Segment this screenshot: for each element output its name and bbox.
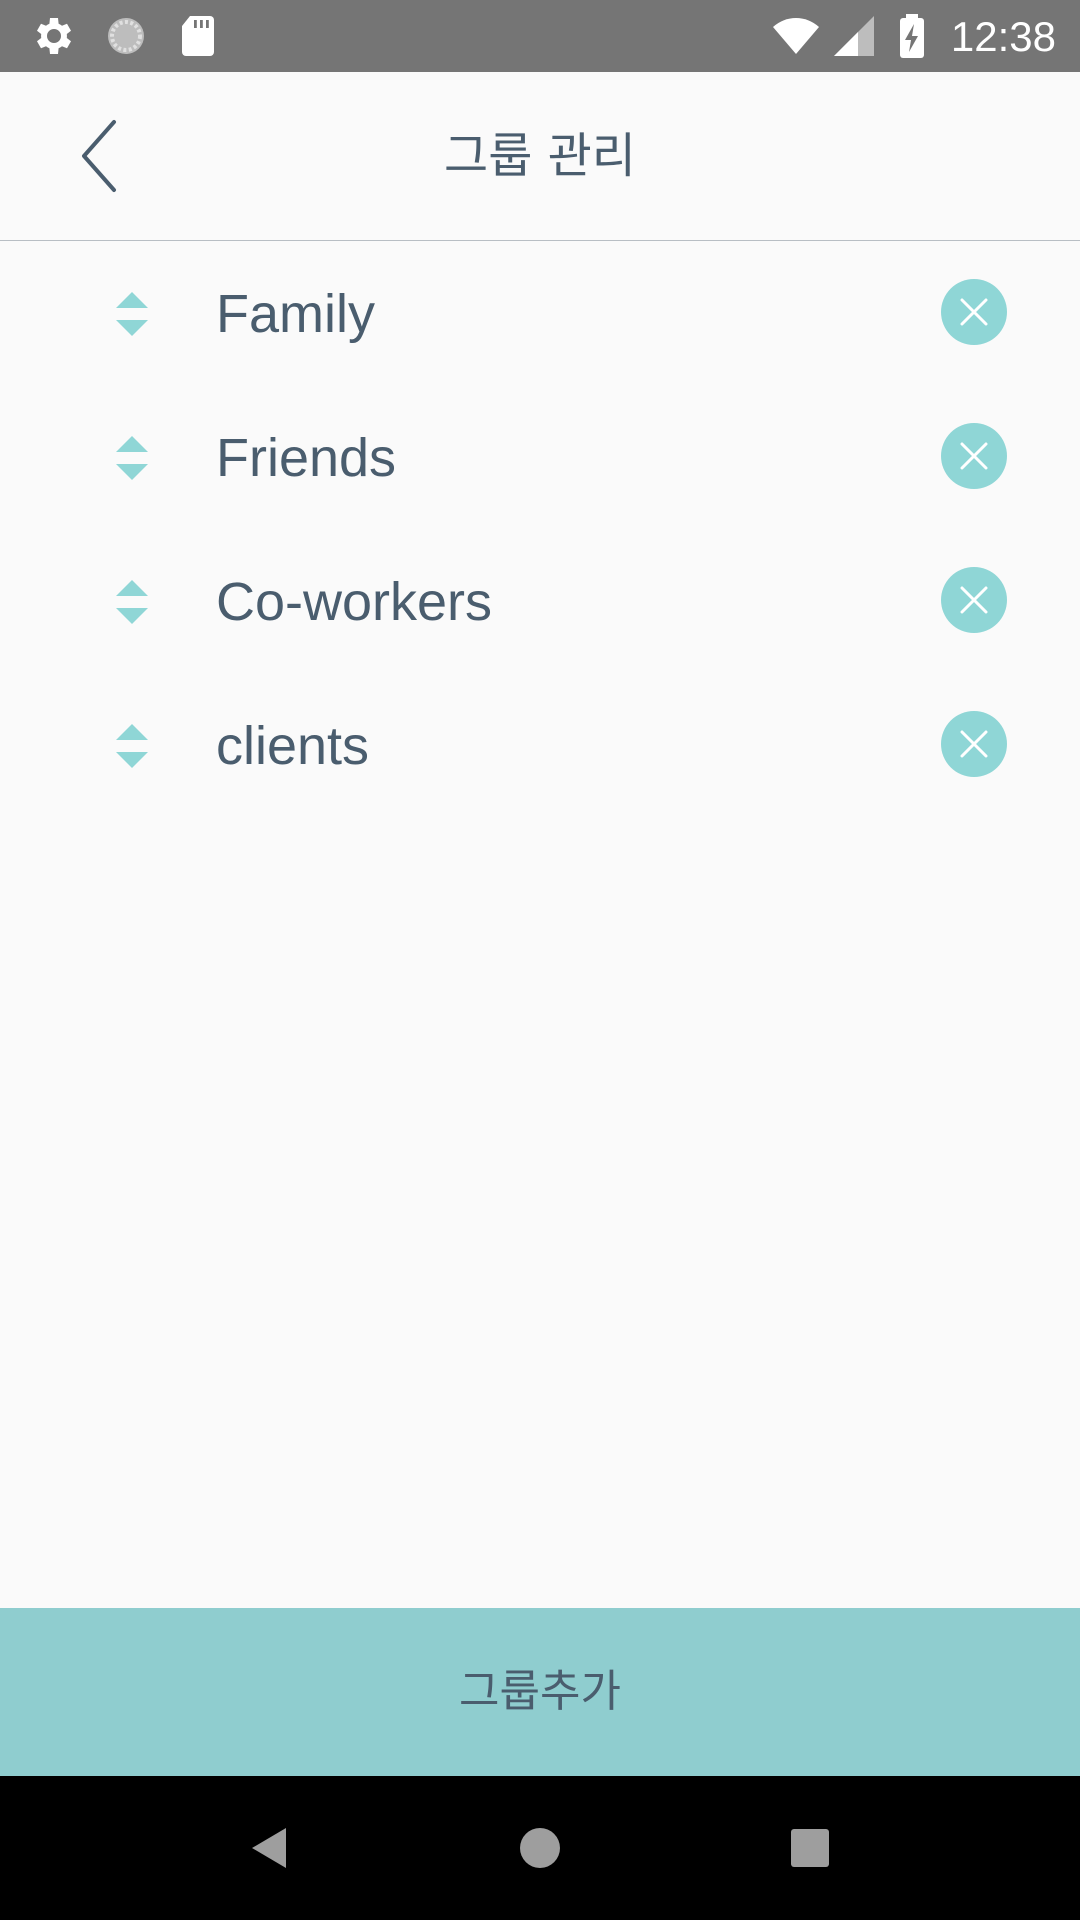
delete-group-button[interactable] — [941, 423, 1007, 489]
page-title: 그룹 관리 — [444, 128, 636, 184]
add-group-button[interactable]: 그룹추가 — [0, 1608, 1080, 1776]
home-circle-icon[interactable] — [504, 1812, 576, 1884]
group-list: Family Friends Co-workers clients — [0, 242, 1080, 818]
recents-square-icon[interactable] — [774, 1812, 846, 1884]
sd-card-icon — [174, 12, 222, 60]
back-triangle-icon[interactable] — [234, 1812, 306, 1884]
delete-group-button[interactable] — [941, 711, 1007, 777]
group-row: Family — [0, 242, 1080, 386]
app-header: 그룹 관리 — [0, 72, 1080, 241]
close-icon — [960, 730, 988, 758]
group-row: Friends — [0, 386, 1080, 530]
status-bar: 12:38 — [0, 0, 1080, 72]
delete-group-button[interactable] — [941, 279, 1007, 345]
reorder-handle-icon[interactable] — [112, 722, 152, 770]
group-name[interactable]: clients — [216, 674, 369, 818]
wifi-icon — [772, 12, 820, 60]
reorder-handle-icon[interactable] — [112, 434, 152, 482]
navigation-bar — [0, 1776, 1080, 1920]
reorder-handle-icon[interactable] — [112, 578, 152, 626]
loading-icon — [102, 12, 150, 60]
group-row: clients — [0, 674, 1080, 818]
settings-icon — [30, 12, 78, 60]
group-row: Co-workers — [0, 530, 1080, 674]
reorder-handle-icon[interactable] — [112, 290, 152, 338]
battery-charging-icon — [888, 12, 936, 60]
status-time: 12:38 — [950, 13, 1056, 60]
close-icon — [960, 442, 988, 470]
group-name[interactable]: Co-workers — [216, 530, 492, 674]
close-icon — [960, 298, 988, 326]
group-name[interactable]: Family — [216, 242, 375, 386]
close-icon — [960, 586, 988, 614]
group-name[interactable]: Friends — [216, 386, 396, 530]
delete-group-button[interactable] — [941, 567, 1007, 633]
cell-signal-icon — [830, 12, 878, 60]
